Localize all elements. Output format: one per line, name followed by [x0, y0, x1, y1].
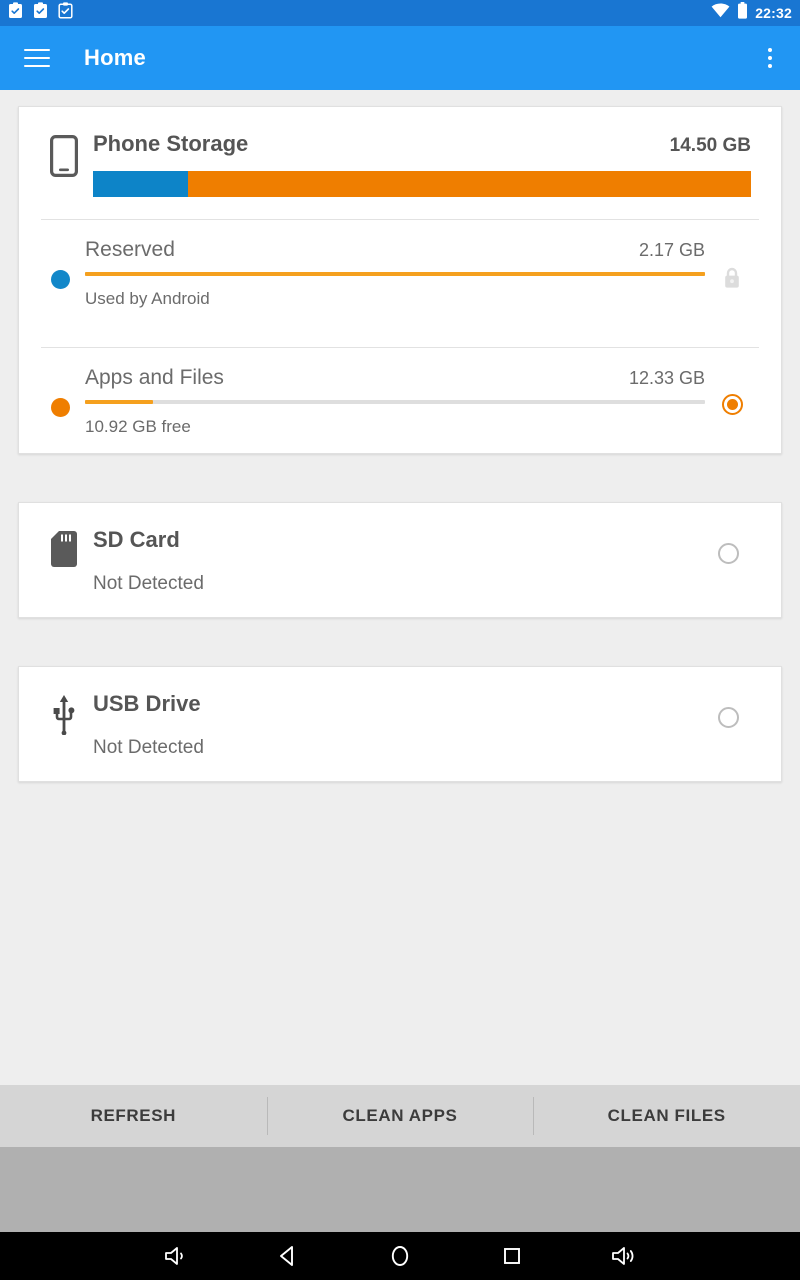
apps-progress-fill: [85, 400, 154, 404]
android-screen: 22:32 Home Phone Storage 14.50 GB Reserv…: [0, 0, 800, 1280]
system-navigation-bar: [0, 1232, 800, 1280]
reserved-value: 2.17 GB: [638, 240, 705, 260]
phone-storage-header: Phone Storage 14.50 GB: [19, 107, 781, 197]
legend-dot-apps-and-files: [50, 398, 70, 417]
phone-storage-title-row: Phone Storage 14.50 GB: [93, 131, 751, 157]
reserved-dot-col: [41, 238, 79, 289]
phone-storage-total: 14.50 GB: [669, 135, 751, 156]
bottom-action-bar: REFRESH CLEAN APPS CLEAN FILES: [0, 1085, 800, 1147]
more-vert-icon[interactable]: [758, 46, 782, 70]
content-area: Phone Storage 14.50 GB Reserved 2.17 GB …: [0, 90, 800, 1085]
clipboard-outline-icon: [58, 2, 73, 24]
reserved-title-row: Reserved 2.17 GB: [85, 238, 705, 262]
radio-apps-and-files[interactable]: [721, 394, 743, 415]
status-time: 22:32: [755, 5, 792, 21]
volume-up-icon[interactable]: [568, 1232, 680, 1280]
phone-storage-card[interactable]: Phone Storage 14.50 GB Reserved 2.17 GB …: [18, 106, 782, 454]
clipboard-filled-icon: [8, 2, 23, 24]
clipboard-filled-icon: [33, 2, 48, 24]
smartphone-icon: [41, 131, 87, 177]
apps-trailing: [705, 366, 759, 415]
usb-drive-title: USB Drive: [93, 691, 201, 716]
phone-storage-segmented-bar: [93, 171, 751, 197]
back-icon[interactable]: [232, 1232, 344, 1280]
battery-icon: [737, 2, 748, 24]
apps-dot-col: [41, 366, 79, 417]
app-bar: Home: [0, 26, 800, 90]
sd-card-main: SD Card Not Detected: [87, 527, 701, 595]
legend-dot-reserved: [50, 270, 70, 289]
recents-icon[interactable]: [456, 1232, 568, 1280]
apps-and-files-value: 12.33 GB: [628, 368, 705, 388]
gray-filler-band: [0, 1147, 800, 1232]
reserved-note: Used by Android: [85, 289, 210, 308]
reserved-trailing: [705, 238, 759, 295]
usb-drive-icon: [41, 691, 87, 735]
apps-title-row: Apps and Files 12.33 GB: [85, 366, 705, 390]
radio-usb-drive[interactable]: [717, 707, 739, 728]
usb-drive-card[interactable]: USB Drive Not Detected: [18, 666, 782, 782]
reserved-progress-track: [85, 272, 705, 276]
wifi-icon: [711, 3, 730, 23]
status-system-icons: 22:32: [711, 2, 792, 24]
page-title: Home: [84, 45, 146, 70]
refresh-button[interactable]: REFRESH: [0, 1085, 267, 1147]
usb-drive-row: USB Drive Not Detected: [19, 667, 781, 781]
apps-and-files-note: 10.92 GB free: [85, 417, 191, 436]
storage-row-apps-and-files[interactable]: Apps and Files 12.33 GB 10.92 GB free: [19, 348, 781, 453]
sd-card-icon: [41, 527, 87, 567]
sd-card-title: SD Card: [93, 527, 180, 552]
segment-reserved: [93, 171, 188, 197]
apps-main: Apps and Files 12.33 GB 10.92 GB free: [79, 366, 705, 437]
clean-apps-button[interactable]: CLEAN APPS: [266, 1085, 534, 1147]
sd-card-row: SD Card Not Detected: [19, 503, 781, 617]
sd-card-card[interactable]: SD Card Not Detected: [18, 502, 782, 618]
apps-and-files-title: Apps and Files: [85, 366, 224, 389]
sd-card-status: Not Detected: [93, 573, 204, 594]
radio-sd-card[interactable]: [717, 543, 739, 564]
status-bar: 22:32: [0, 0, 800, 26]
segment-apps-and-files: [187, 171, 751, 197]
home-icon[interactable]: [344, 1232, 456, 1280]
reserved-main: Reserved 2.17 GB Used by Android: [79, 238, 705, 309]
phone-storage-title: Phone Storage: [93, 131, 249, 156]
reserved-progress-fill: [85, 272, 705, 276]
hamburger-menu-icon[interactable]: [24, 49, 50, 67]
sd-card-trailing: [701, 527, 755, 564]
clean-files-button[interactable]: CLEAN FILES: [533, 1085, 800, 1147]
storage-row-reserved[interactable]: Reserved 2.17 GB Used by Android: [19, 220, 781, 325]
phone-storage-header-main: Phone Storage 14.50 GB: [87, 131, 751, 197]
usb-drive-status: Not Detected: [93, 737, 204, 758]
lock-icon: [722, 266, 742, 295]
status-notification-icons: [8, 2, 73, 24]
volume-down-icon[interactable]: [120, 1232, 232, 1280]
reserved-title: Reserved: [85, 238, 175, 261]
usb-drive-main: USB Drive Not Detected: [87, 691, 701, 759]
usb-drive-trailing: [701, 691, 755, 728]
apps-progress-track: [85, 400, 705, 404]
